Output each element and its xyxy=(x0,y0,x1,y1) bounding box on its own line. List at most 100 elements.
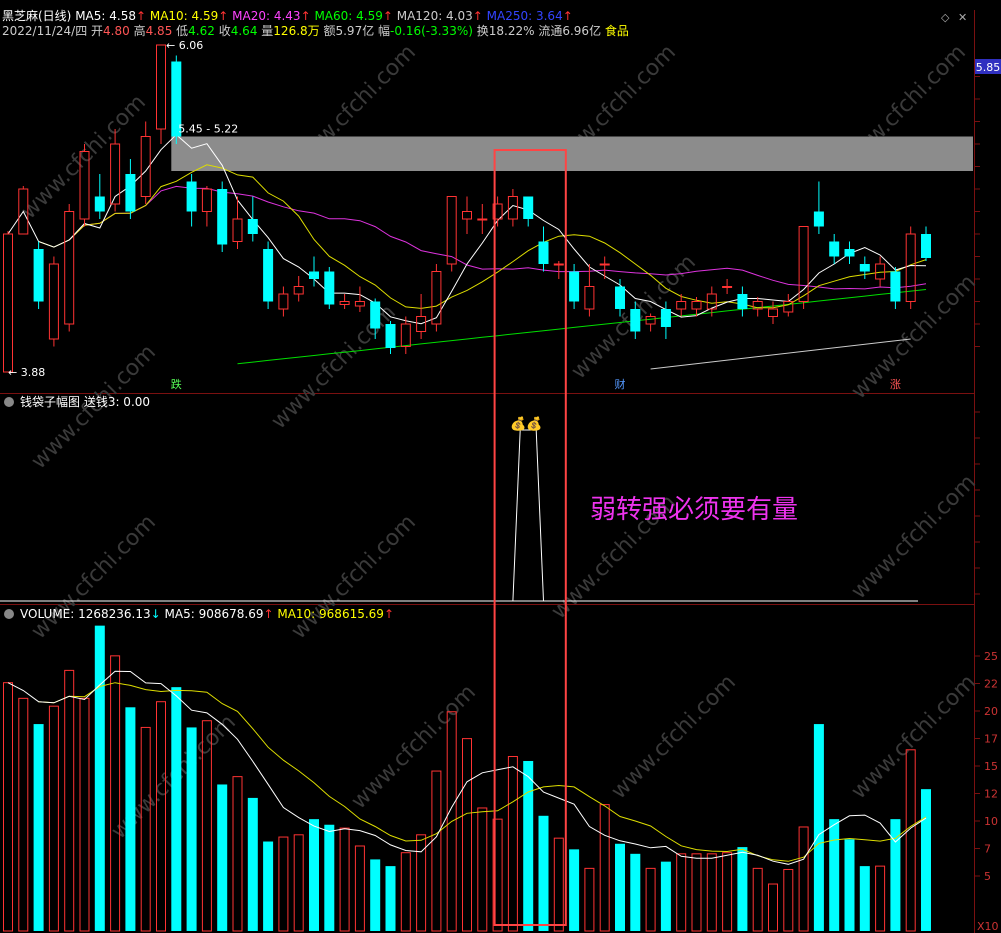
volume-bar xyxy=(217,784,228,931)
stock-chart: www.cfchi.com www.cfchi.com www.cfchi.com w… xyxy=(0,0,1001,933)
candle xyxy=(737,294,748,309)
volume-bar xyxy=(125,707,136,931)
ma-label: MA120: 4.03 xyxy=(397,9,473,23)
candle xyxy=(125,174,136,212)
diamond-icon: ◇ xyxy=(941,11,950,24)
candle xyxy=(660,309,671,327)
ma-arrow: ↑ xyxy=(136,9,150,23)
volume-bar xyxy=(737,847,748,931)
volume-bar xyxy=(844,839,855,931)
candle xyxy=(890,271,901,302)
quote-field: 高 xyxy=(134,23,146,38)
volume-bar xyxy=(370,859,381,931)
indicator-label: 弱转强必须要有量 xyxy=(590,495,798,525)
volume-legend: VOLUME: 1268236.13↓ MA5: 908678.69 ↑ MA10… xyxy=(20,607,394,621)
collapse-icon xyxy=(4,397,14,407)
volume-bar xyxy=(385,866,396,931)
ma-arrow: ↑ xyxy=(383,9,397,23)
volume-bar xyxy=(660,861,671,931)
quote-field: 4.80 xyxy=(103,24,134,38)
quote-field: 126.8万 xyxy=(273,24,323,38)
ma-label: MA250: 3.64 xyxy=(487,9,563,23)
volume-bar xyxy=(171,687,182,931)
candle xyxy=(569,271,580,302)
ma-arrow: ↑ xyxy=(301,9,315,23)
vol-tick-label: 5 xyxy=(984,870,991,883)
quote-field: 2022/11/24/四 xyxy=(2,24,91,38)
candle xyxy=(94,196,105,212)
close-icon: ✕ xyxy=(958,11,967,24)
volume-bar xyxy=(569,849,580,931)
quote-field: 18.22% xyxy=(489,24,539,38)
vol-unit-label: X10 xyxy=(977,920,999,933)
candle xyxy=(309,271,319,279)
quote-field: 幅 xyxy=(378,23,390,38)
ma-label: MA20: 4.43 xyxy=(232,9,300,23)
candle xyxy=(921,234,931,258)
volume-bar xyxy=(309,819,319,931)
ma-label: MA5: 4.58 xyxy=(75,9,136,23)
volume-legend-item: VOLUME: 1268236.13 xyxy=(20,607,151,621)
candle xyxy=(477,218,488,221)
volume-bar xyxy=(523,760,534,931)
ma-legend: 黑芝麻(日线) MA5: 4.58↑ MA10: 4.59↑ MA20: 4.4… xyxy=(2,8,573,23)
event-marker: 涨 xyxy=(890,378,901,391)
event-marker: 跌 xyxy=(171,377,182,391)
candle xyxy=(247,219,258,234)
zone-annotation: 5.45 - 5.22 xyxy=(178,123,238,136)
collapse-icon xyxy=(4,609,14,619)
ma-arrow: ↑ xyxy=(563,9,573,23)
ma-arrow: ↑ xyxy=(218,9,232,23)
volume-bar xyxy=(630,853,641,931)
volume-legend-item: MA5: 908678.69 xyxy=(165,607,264,621)
quote-info: 2022/11/24/四 开4.80 高4.85 低4.62 收4.64 量12… xyxy=(2,23,629,38)
volume-legend-arrow: ↑ xyxy=(384,607,394,621)
candle xyxy=(186,181,197,212)
volume-bar xyxy=(615,843,625,931)
volume-legend-arrow: ↓ xyxy=(151,607,165,621)
quote-field: 量 xyxy=(261,24,273,38)
volume-legend-item: MA10: 968615.69 xyxy=(277,607,384,621)
vol-tick-label: 22 xyxy=(984,678,998,691)
candle xyxy=(829,241,840,257)
vol-tick-label: 12 xyxy=(984,788,998,801)
volume-bar xyxy=(324,824,335,931)
price-tag: 5.85 xyxy=(976,61,1001,74)
quote-field: 额 xyxy=(323,24,335,38)
ma-label: MA10: 4.59 xyxy=(150,9,218,23)
ma-label: MA60: 4.59 xyxy=(314,9,382,23)
quote-field: 流通 xyxy=(538,24,562,38)
candle xyxy=(263,249,274,302)
volume-bar xyxy=(94,625,105,931)
volume-bar xyxy=(829,819,840,931)
vol-tick-label: 7 xyxy=(984,843,991,856)
candle xyxy=(385,324,396,348)
candle xyxy=(217,189,228,245)
candle xyxy=(844,249,855,257)
candle xyxy=(859,264,870,272)
vol-tick-label: 25 xyxy=(984,650,998,663)
money-bag-icon: 💰💰 xyxy=(510,416,542,432)
quote-field: 换 xyxy=(477,24,489,38)
resistance-zone xyxy=(171,136,974,171)
quote-field: 4.85 xyxy=(146,24,177,38)
indicator-title: 钱袋子幅图 送钱3: 0.00 xyxy=(20,394,150,409)
volume-bar xyxy=(247,797,258,931)
volume-bar xyxy=(921,789,931,931)
high-annotation: ← 6.06 xyxy=(166,39,203,52)
candle xyxy=(615,286,625,309)
volume-bar xyxy=(33,724,44,931)
volume-bar xyxy=(538,815,549,931)
candle xyxy=(813,211,824,227)
quote-field: 食品 xyxy=(605,23,629,38)
quote-field: 4.64 xyxy=(231,24,262,38)
low-annotation: ← 3.88 xyxy=(8,366,45,379)
candle xyxy=(599,263,610,266)
candle xyxy=(722,286,733,288)
quote-field: 开 xyxy=(91,24,103,38)
quote-field: 低 xyxy=(176,24,188,38)
candle xyxy=(523,196,534,219)
candle xyxy=(370,301,381,329)
candle xyxy=(630,309,641,332)
volume-bar xyxy=(813,724,824,931)
